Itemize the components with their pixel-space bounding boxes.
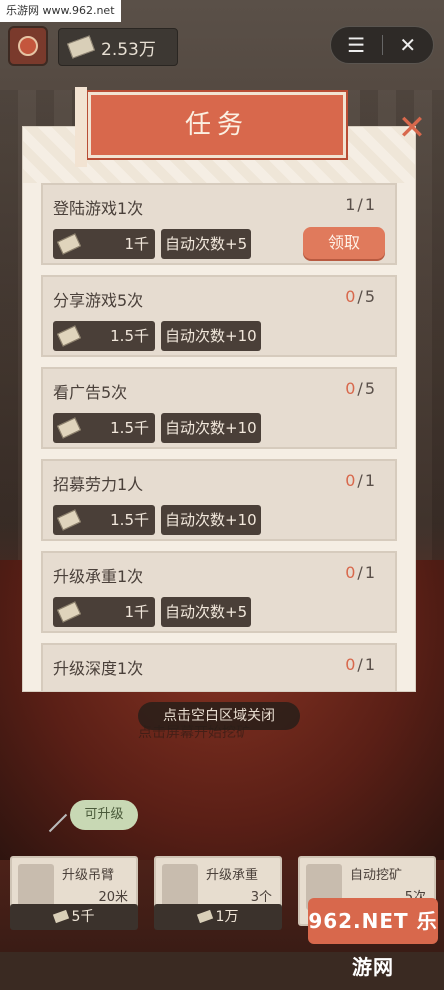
reward-auto: 自动次数+5 xyxy=(161,597,252,627)
task-item: 分享游戏5次 0/5 1.5千 自动次数+10 xyxy=(41,275,397,357)
avatar-icon xyxy=(18,36,38,56)
modal-title: 任务 xyxy=(184,110,249,140)
currency-value: 2.53万 xyxy=(101,39,156,60)
avatar[interactable] xyxy=(8,26,48,66)
arm-cost: 5千 xyxy=(10,904,138,930)
reward-auto: 自动次数+10 xyxy=(161,413,261,443)
task-item: 登陆游戏1次 1/1 1千 自动次数+5 领取 xyxy=(41,183,397,265)
card-value: 3个 xyxy=(250,890,272,905)
reward-money: 1千 xyxy=(53,597,155,627)
task-progress: 0/5 xyxy=(345,379,377,398)
fullscreen-button[interactable]: ✕ xyxy=(382,27,433,63)
card-value: 20米 xyxy=(98,890,128,905)
claim-button[interactable]: 领取 xyxy=(303,227,385,259)
money-icon xyxy=(56,325,82,347)
close-hint[interactable]: 点击空白区域关闭 xyxy=(138,702,300,730)
task-name: 升级深度1次 xyxy=(53,659,144,678)
task-progress: 0/1 xyxy=(345,471,377,490)
money-icon xyxy=(52,909,69,924)
money-icon xyxy=(196,909,213,924)
menu-icon: ☰ xyxy=(347,33,366,57)
task-progress: 0/5 xyxy=(345,287,377,306)
money-icon xyxy=(66,35,96,59)
close-icon: ✕ xyxy=(397,108,427,148)
task-name: 登陆游戏1次 xyxy=(53,199,144,218)
task-item: 看广告5次 0/5 1.5千 自动次数+10 xyxy=(41,367,397,449)
task-progress: 1/1 xyxy=(345,195,377,214)
reward-money: 1.5千 xyxy=(53,321,155,351)
reward-money: 1.5千 xyxy=(53,413,155,443)
reward-money: 1千 xyxy=(53,229,155,259)
card-name: 升级吊臂 xyxy=(62,868,115,883)
task-name: 分享游戏5次 xyxy=(53,291,144,310)
task-name: 招募劳力1人 xyxy=(53,475,144,494)
reward-auto: 自动次数+10 xyxy=(161,321,261,351)
card-name: 升级承重 xyxy=(206,868,259,883)
money-icon xyxy=(56,233,82,255)
task-item: 升级承重1次 0/1 1千 自动次数+5 xyxy=(41,551,397,633)
task-progress: 0/1 xyxy=(345,655,377,674)
menu-pill: ☰ ✕ xyxy=(330,26,434,64)
site-logo: 962.NET 乐游网 xyxy=(308,898,438,979)
modal-header: 任务 xyxy=(75,87,346,167)
currency-display: 2.53万 xyxy=(58,28,178,66)
reward-auto: 自动次数+5 xyxy=(161,229,252,259)
money-icon xyxy=(56,417,82,439)
menu-button[interactable]: ☰ xyxy=(331,27,382,63)
task-modal: 登陆游戏1次 1/1 1千 自动次数+5 领取 分享游戏5次 0/5 1.5千 … xyxy=(22,126,416,692)
watermark: 乐游网 www.962.net xyxy=(0,0,121,22)
card-name: 自动挖矿 xyxy=(350,868,403,883)
load-cost: 1万 xyxy=(154,904,282,930)
task-item: 招募劳力1人 0/1 1.5千 自动次数+10 xyxy=(41,459,397,541)
money-icon xyxy=(56,601,82,623)
reward-auto: 自动次数+10 xyxy=(161,505,261,535)
task-name: 升级承重1次 xyxy=(53,567,144,586)
money-icon xyxy=(56,509,82,531)
modal-close-button[interactable]: ✕ xyxy=(394,110,430,146)
upgrade-tip: 可升级 xyxy=(70,800,138,830)
fullscreen-icon: ✕ xyxy=(399,33,417,57)
task-progress: 0/1 xyxy=(345,563,377,582)
reward-money: 1.5千 xyxy=(53,505,155,535)
task-name: 看广告5次 xyxy=(53,383,128,402)
task-item: 升级深度1次 0/1 xyxy=(41,643,397,691)
